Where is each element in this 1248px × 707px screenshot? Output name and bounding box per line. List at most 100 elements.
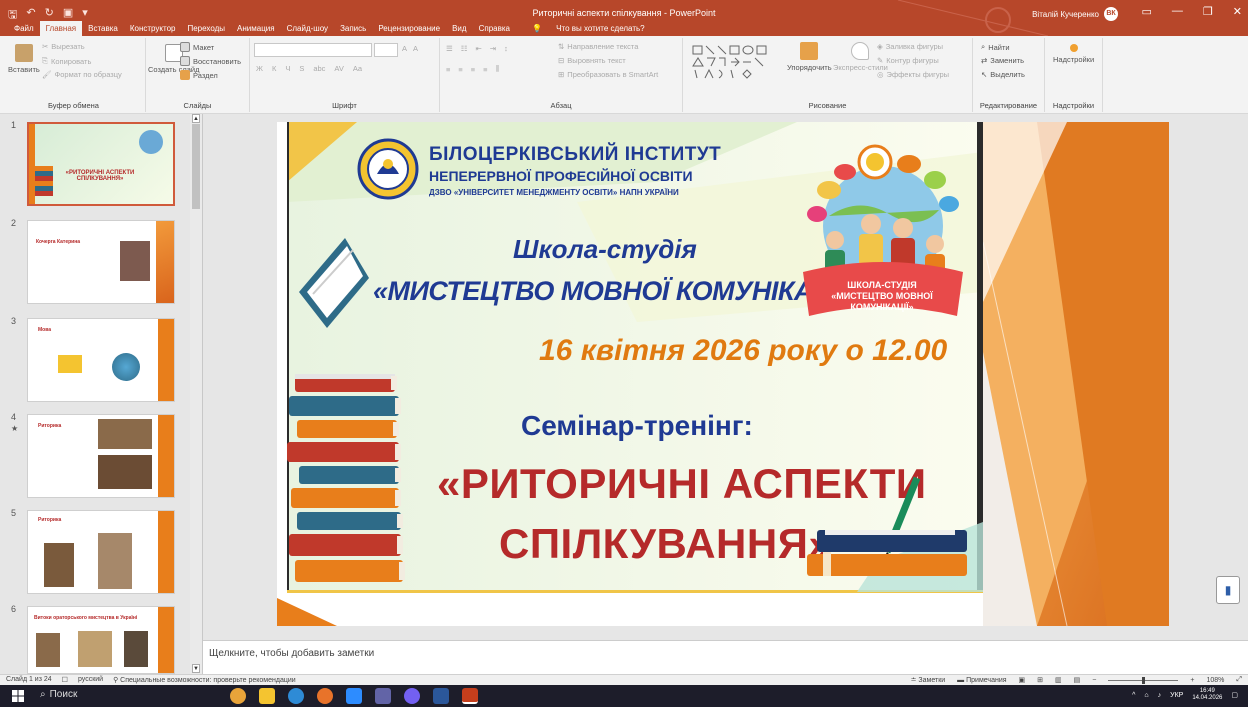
minimize-icon[interactable]: — — [1172, 5, 1183, 18]
viber-icon[interactable] — [404, 688, 420, 704]
bold-button[interactable]: Ж — [256, 64, 263, 73]
tray-expand-icon[interactable]: ^ — [1132, 692, 1135, 699]
bullets-icon[interactable]: ☰ — [446, 44, 453, 53]
shrink-font-button[interactable]: A — [413, 44, 418, 53]
text-direction-button[interactable]: ⇅ Направление текста — [558, 42, 638, 51]
accessibility-status[interactable]: ⚲ Специальные возможности: проверьте рек… — [113, 676, 296, 684]
paste-button[interactable]: Вставить — [8, 44, 40, 74]
font-size-combo[interactable] — [374, 43, 398, 57]
find-button[interactable]: ⌕ Найти — [981, 42, 1010, 52]
align-center-icon[interactable]: ≡ — [458, 65, 462, 74]
zoom-level[interactable]: 108% — [1206, 677, 1224, 684]
scroll-down-icon[interactable]: ▼ — [192, 664, 200, 673]
slide[interactable]: БІЛОЦЕРКІВСЬКИЙ ІНСТИТУТ НЕПЕРЕРВНОЇ ПРО… — [277, 122, 1169, 626]
thumbnail-slide-4[interactable]: Риторика — [27, 414, 175, 498]
volume-icon[interactable]: ♪ — [1158, 692, 1162, 699]
layout-button[interactable]: Макет — [180, 42, 214, 52]
shapes-gallery[interactable] — [691, 44, 775, 80]
shadow-button[interactable]: S — [299, 64, 304, 73]
notes-button[interactable]: ≐ Заметки — [911, 676, 946, 684]
italic-button[interactable]: К — [272, 64, 276, 73]
justify-icon[interactable]: ≡ — [483, 65, 487, 74]
language-indicator[interactable]: русский — [78, 676, 103, 684]
firefox-icon[interactable] — [317, 688, 333, 704]
thumbnail-slide-3[interactable]: Мова — [27, 318, 175, 402]
sorter-view-icon[interactable]: ⊞ — [1037, 676, 1043, 684]
tab-insert[interactable]: Вставка — [82, 21, 124, 36]
linespacing-icon[interactable]: ↕ — [504, 44, 508, 53]
scroll-up-icon[interactable]: ▲ — [192, 114, 200, 123]
shape-outline-button[interactable]: ✎ Контур фигуры — [877, 56, 939, 65]
tell-me-search[interactable]: 💡 Что вы хотите сделать? — [520, 21, 657, 36]
cut-button[interactable]: ✂ Вырезать — [42, 42, 85, 51]
slideshow-view-icon[interactable]: ▤ — [1074, 676, 1081, 684]
powerpoint-icon[interactable] — [462, 688, 478, 704]
word-icon[interactable] — [433, 688, 449, 704]
normal-view-icon[interactable]: ▣ — [1019, 676, 1026, 684]
addins-button[interactable]: Надстройки — [1053, 44, 1094, 64]
columns-icon[interactable]: ⫼ — [496, 64, 499, 74]
outdent-icon[interactable]: ⇥ — [490, 44, 496, 53]
thumbnail-scrollbar[interactable]: ▲ ▼ — [190, 114, 202, 674]
zoom-in-button[interactable]: + — [1190, 677, 1194, 684]
smartart-button[interactable]: ⊞ Преобразовать в SmartArt — [558, 70, 658, 79]
tab-slideshow[interactable]: Слайд-шоу — [281, 21, 334, 36]
maximize-icon[interactable]: ❐ — [1203, 5, 1213, 18]
align-left-icon[interactable]: ≡ — [446, 65, 450, 74]
align-text-button[interactable]: ⊟ Выровнять текст — [558, 56, 626, 65]
thumbnail-slide-1[interactable]: «РИТОРИЧНІ АСПЕКТИ СПІЛКУВАННЯ» — [27, 122, 175, 206]
thumbnail-slide-2[interactable]: Кочерга Катерина — [27, 220, 175, 304]
shape-fill-button[interactable]: ◈ Заливка фигуры — [877, 42, 943, 51]
numbering-icon[interactable]: ☷ — [461, 44, 468, 53]
zoom-app-icon[interactable] — [346, 688, 362, 704]
reset-button[interactable]: Восстановить — [180, 56, 241, 66]
format-painter-button[interactable]: 🖌 Формат по образцу — [42, 70, 122, 79]
keyboard-language[interactable]: УКР — [1170, 692, 1183, 699]
tab-home[interactable]: Главная — [39, 21, 83, 36]
replace-button[interactable]: ⇄ Заменить — [981, 56, 1024, 65]
tab-design[interactable]: Конструктор — [124, 21, 182, 36]
indent-icon[interactable]: ⇤ — [475, 44, 481, 53]
zoom-out-button[interactable]: − — [1092, 677, 1096, 684]
tab-help[interactable]: Справка — [473, 21, 516, 36]
underline-button[interactable]: Ч — [285, 64, 290, 73]
strike-button[interactable]: abc — [313, 64, 325, 73]
spacing-button[interactable]: AV — [334, 64, 343, 73]
zoom-thumb[interactable] — [1142, 676, 1146, 684]
arrange-button[interactable]: Упорядочить — [787, 42, 832, 72]
shape-effects-button[interactable]: ◎ Эффекты фигуры — [877, 70, 949, 79]
ribbon-display-icon[interactable]: ▭ — [1142, 5, 1152, 18]
grow-font-button[interactable]: A — [402, 44, 407, 53]
fit-slide-icon[interactable]: ⤢ — [1236, 676, 1242, 684]
windows-start-icon[interactable] — [12, 690, 24, 702]
tab-file[interactable]: Файл — [8, 21, 40, 36]
tab-view[interactable]: Вид — [446, 21, 472, 36]
zoom-slider[interactable] — [1108, 676, 1179, 684]
tab-review[interactable]: Рецензирование — [372, 21, 446, 36]
bookmark-icon[interactable]: ▮ — [1216, 576, 1240, 604]
file-explorer-icon[interactable] — [259, 688, 275, 704]
font-name-combo[interactable] — [254, 43, 372, 57]
network-icon[interactable]: ⌂ — [1144, 692, 1148, 699]
thumbnail-slide-5[interactable]: Риторика — [27, 510, 175, 594]
copy-button[interactable]: ⎘ Копировать — [42, 56, 91, 66]
tab-record[interactable]: Запись — [334, 21, 372, 36]
clock[interactable]: 16:49 14.04.2026 — [1192, 688, 1222, 702]
align-right-icon[interactable]: ≡ — [471, 65, 475, 74]
taskbar-search[interactable]: ⌕ Поиск — [40, 689, 77, 700]
teams-icon[interactable] — [375, 688, 391, 704]
close-icon[interactable]: ✕ — [1233, 5, 1242, 18]
select-button[interactable]: ↖ Выделить — [981, 70, 1025, 79]
section-button[interactable]: Раздел — [180, 70, 218, 80]
comments-button[interactable]: ▬ Примечания — [957, 677, 1006, 684]
case-button[interactable]: Aa — [353, 64, 362, 73]
notes-pane[interactable]: Щелкните, чтобы добавить заметки — [203, 640, 1248, 674]
tab-transitions[interactable]: Переходы — [181, 21, 231, 36]
tab-animations[interactable]: Анимация — [231, 21, 281, 36]
scroll-thumb[interactable] — [192, 124, 200, 209]
edge-icon[interactable] — [288, 688, 304, 704]
spellcheck-icon[interactable]: ☐ — [62, 676, 68, 684]
reading-view-icon[interactable]: ▥ — [1055, 676, 1062, 684]
notifications-icon[interactable]: ▢ — [1231, 691, 1238, 699]
chrome-icon[interactable] — [230, 688, 246, 704]
